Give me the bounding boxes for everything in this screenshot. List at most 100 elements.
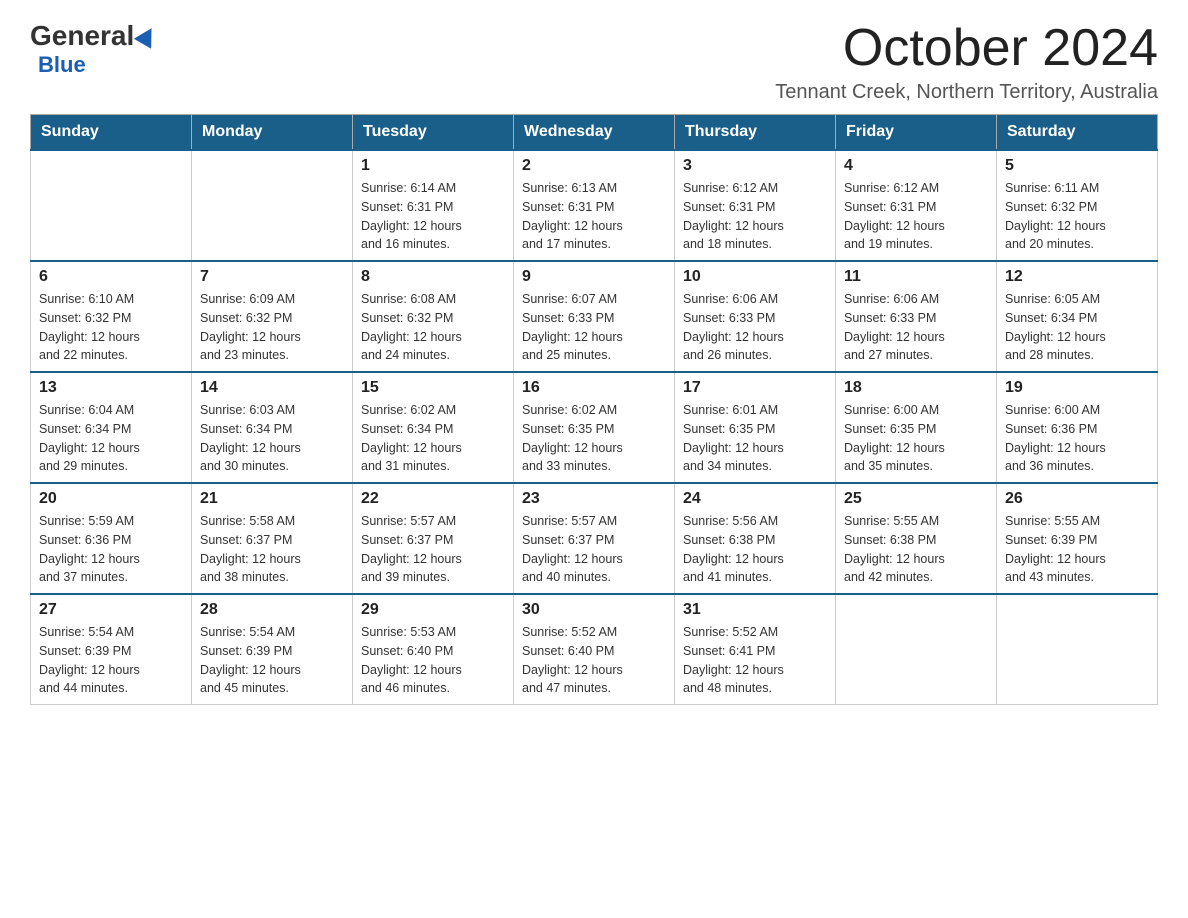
location-subtitle: Tennant Creek, Northern Territory, Austr… — [775, 81, 1158, 104]
day-number: 28 — [200, 601, 344, 619]
day-info: Sunrise: 6:02 AMSunset: 6:34 PMDaylight:… — [361, 401, 505, 476]
calendar-cell: 31 Sunrise: 5:52 AMSunset: 6:41 PMDayligh… — [675, 594, 836, 705]
calendar-cell: 10 Sunrise: 6:06 AMSunset: 6:33 PMDayligh… — [675, 261, 836, 372]
day-number: 4 — [844, 157, 988, 175]
day-info: Sunrise: 5:59 AMSunset: 6:36 PMDaylight:… — [39, 512, 183, 587]
day-info: Sunrise: 6:00 AMSunset: 6:36 PMDaylight:… — [1005, 401, 1149, 476]
calendar-cell: 18Sunrise: 6:00 AMSunset: 6:35 PMDayligh… — [836, 372, 997, 483]
calendar-cell: 21 Sunrise: 5:58 AMSunset: 6:37 PMDayligh… — [192, 483, 353, 594]
month-title: October 2024 — [775, 20, 1158, 77]
calendar-cell — [836, 594, 997, 705]
day-of-week-header: Tuesday — [353, 115, 514, 151]
calendar-cell: 13 Sunrise: 6:04 AMSunset: 6:34 PMDayligh… — [31, 372, 192, 483]
calendar-cell: 28 Sunrise: 5:54 AMSunset: 6:39 PMDayligh… — [192, 594, 353, 705]
logo: General Blue — [30, 20, 160, 78]
calendar-cell: 30Sunrise: 5:52 AMSunset: 6:40 PMDayligh… — [514, 594, 675, 705]
day-info: Sunrise: 6:12 AMSunset: 6:31 PMDaylight:… — [844, 179, 988, 254]
day-number: 19 — [1005, 379, 1149, 397]
day-info: Sunrise: 5:54 AMSunset: 6:39 PMDaylight:… — [200, 623, 344, 698]
day-info: Sunrise: 6:10 AMSunset: 6:32 PMDaylight:… — [39, 290, 183, 365]
day-info: Sunrise: 5:56 AMSunset: 6:38 PMDaylight:… — [683, 512, 827, 587]
day-number: 27 — [39, 601, 183, 619]
day-info: Sunrise: 6:13 AMSunset: 6:31 PMDaylight:… — [522, 179, 666, 254]
calendar-cell: 19 Sunrise: 6:00 AMSunset: 6:36 PMDayligh… — [997, 372, 1158, 483]
day-of-week-header: Monday — [192, 115, 353, 151]
calendar-cell: 12 Sunrise: 6:05 AMSunset: 6:34 PMDayligh… — [997, 261, 1158, 372]
day-info: Sunrise: 5:57 AMSunset: 6:37 PMDaylight:… — [522, 512, 666, 587]
day-info: Sunrise: 6:09 AMSunset: 6:32 PMDaylight:… — [200, 290, 344, 365]
day-info: Sunrise: 5:55 AMSunset: 6:39 PMDaylight:… — [1005, 512, 1149, 587]
day-number: 1 — [361, 157, 505, 175]
day-info: Sunrise: 6:11 AMSunset: 6:32 PMDaylight:… — [1005, 179, 1149, 254]
day-number: 26 — [1005, 490, 1149, 508]
header: General Blue October 2024 Tennant Creek,… — [30, 20, 1158, 104]
day-info: Sunrise: 5:53 AMSunset: 6:40 PMDaylight:… — [361, 623, 505, 698]
day-info: Sunrise: 5:52 AMSunset: 6:41 PMDaylight:… — [683, 623, 827, 698]
calendar-cell: 27 Sunrise: 5:54 AMSunset: 6:39 PMDayligh… — [31, 594, 192, 705]
logo-triangle-icon — [134, 23, 160, 49]
calendar-cell: 14 Sunrise: 6:03 AMSunset: 6:34 PMDayligh… — [192, 372, 353, 483]
calendar-cell: 7 Sunrise: 6:09 AMSunset: 6:32 PMDaylight… — [192, 261, 353, 372]
week-row: 6 Sunrise: 6:10 AMSunset: 6:32 PMDaylight… — [31, 261, 1158, 372]
day-info: Sunrise: 5:58 AMSunset: 6:37 PMDaylight:… — [200, 512, 344, 587]
day-number: 31 — [683, 601, 827, 619]
day-info: Sunrise: 5:57 AMSunset: 6:37 PMDaylight:… — [361, 512, 505, 587]
calendar-cell: 29 Sunrise: 5:53 AMSunset: 6:40 PMDayligh… — [353, 594, 514, 705]
day-number: 12 — [1005, 268, 1149, 286]
day-info: Sunrise: 6:07 AMSunset: 6:33 PMDaylight:… — [522, 290, 666, 365]
calendar-cell: 4 Sunrise: 6:12 AMSunset: 6:31 PMDaylight… — [836, 150, 997, 261]
day-number: 5 — [1005, 157, 1149, 175]
day-number: 8 — [361, 268, 505, 286]
calendar-cell: 25 Sunrise: 5:55 AMSunset: 6:38 PMDayligh… — [836, 483, 997, 594]
title-area: October 2024 Tennant Creek, Northern Ter… — [775, 20, 1158, 104]
day-number: 15 — [361, 379, 505, 397]
day-info: Sunrise: 6:12 AMSunset: 6:31 PMDaylight:… — [683, 179, 827, 254]
calendar-cell: 20 Sunrise: 5:59 AMSunset: 6:36 PMDayligh… — [31, 483, 192, 594]
day-info: Sunrise: 6:06 AMSunset: 6:33 PMDaylight:… — [683, 290, 827, 365]
logo-blue-text: Blue — [38, 52, 86, 77]
calendar-cell: 1 Sunrise: 6:14 AMSunset: 6:31 PMDaylight… — [353, 150, 514, 261]
week-row: 13 Sunrise: 6:04 AMSunset: 6:34 PMDayligh… — [31, 372, 1158, 483]
day-info: Sunrise: 6:14 AMSunset: 6:31 PMDaylight:… — [361, 179, 505, 254]
day-number: 17 — [683, 379, 827, 397]
day-info: Sunrise: 6:06 AMSunset: 6:33 PMDaylight:… — [844, 290, 988, 365]
day-number: 13 — [39, 379, 183, 397]
day-number: 6 — [39, 268, 183, 286]
day-number: 7 — [200, 268, 344, 286]
day-number: 10 — [683, 268, 827, 286]
calendar-cell: 8 Sunrise: 6:08 AMSunset: 6:32 PMDaylight… — [353, 261, 514, 372]
calendar-header-row: SundayMondayTuesdayWednesdayThursdayFrid… — [31, 115, 1158, 151]
calendar-cell: 22 Sunrise: 5:57 AMSunset: 6:37 PMDayligh… — [353, 483, 514, 594]
day-info: Sunrise: 5:55 AMSunset: 6:38 PMDaylight:… — [844, 512, 988, 587]
day-number: 22 — [361, 490, 505, 508]
day-number: 21 — [200, 490, 344, 508]
calendar-cell — [192, 150, 353, 261]
calendar-cell: 5 Sunrise: 6:11 AMSunset: 6:32 PMDaylight… — [997, 150, 1158, 261]
day-number: 29 — [361, 601, 505, 619]
calendar-cell: 17 Sunrise: 6:01 AMSunset: 6:35 PMDayligh… — [675, 372, 836, 483]
calendar-cell: 9 Sunrise: 6:07 AMSunset: 6:33 PMDaylight… — [514, 261, 675, 372]
day-number: 14 — [200, 379, 344, 397]
day-info: Sunrise: 6:01 AMSunset: 6:35 PMDaylight:… — [683, 401, 827, 476]
day-info: Sunrise: 6:04 AMSunset: 6:34 PMDaylight:… — [39, 401, 183, 476]
day-info: Sunrise: 6:05 AMSunset: 6:34 PMDaylight:… — [1005, 290, 1149, 365]
day-info: Sunrise: 5:54 AMSunset: 6:39 PMDaylight:… — [39, 623, 183, 698]
calendar-cell — [31, 150, 192, 261]
day-number: 20 — [39, 490, 183, 508]
calendar-cell: 15 Sunrise: 6:02 AMSunset: 6:34 PMDayligh… — [353, 372, 514, 483]
day-number: 11 — [844, 268, 988, 286]
day-info: Sunrise: 5:52 AMSunset: 6:40 PMDaylight:… — [522, 623, 666, 698]
day-info: Sunrise: 6:03 AMSunset: 6:34 PMDaylight:… — [200, 401, 344, 476]
day-number: 25 — [844, 490, 988, 508]
day-of-week-header: Saturday — [997, 115, 1158, 151]
day-number: 9 — [522, 268, 666, 286]
calendar-cell: 24Sunrise: 5:56 AMSunset: 6:38 PMDayligh… — [675, 483, 836, 594]
day-number: 3 — [683, 157, 827, 175]
day-of-week-header: Friday — [836, 115, 997, 151]
day-number: 23 — [522, 490, 666, 508]
logo-general-text: General — [30, 20, 134, 52]
day-info: Sunrise: 6:08 AMSunset: 6:32 PMDaylight:… — [361, 290, 505, 365]
day-number: 2 — [522, 157, 666, 175]
calendar-cell: 2 Sunrise: 6:13 AMSunset: 6:31 PMDaylight… — [514, 150, 675, 261]
day-info: Sunrise: 6:00 AMSunset: 6:35 PMDaylight:… — [844, 401, 988, 476]
